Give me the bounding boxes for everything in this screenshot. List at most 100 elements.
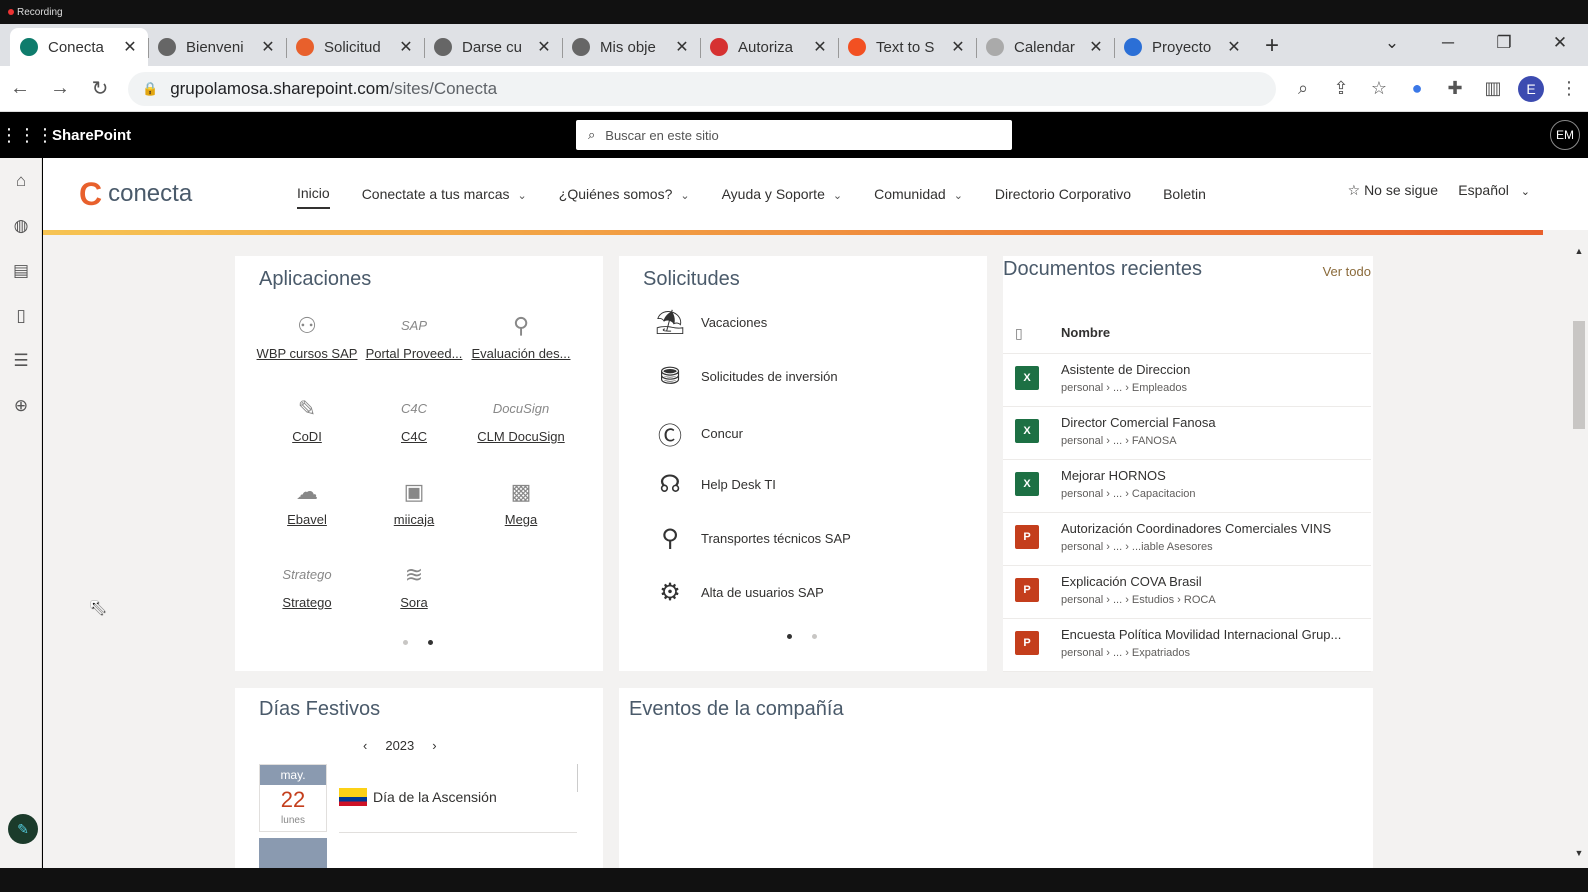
browser-toolbar: ← → ↻ 🔒 grupolamosa.sharepoint.com/sites… [0, 66, 1588, 112]
app-tile[interactable]: C4C C4C [362, 389, 466, 444]
nav-item[interactable]: Ayuda y Soporte ⌄ [722, 180, 842, 208]
tab-favicon-icon [20, 38, 38, 56]
app-tile[interactable]: ☁ Ebavel [255, 472, 359, 527]
user-avatar[interactable]: EM [1550, 120, 1580, 150]
app-tile[interactable]: ▩ Mega [469, 472, 573, 527]
scroll-up-icon[interactable]: ▲ [1572, 246, 1586, 256]
tab-title: Mis obje [600, 38, 656, 56]
language-selector[interactable]: Español ⌄ [1458, 182, 1530, 198]
share-icon[interactable]: ⇪ [1322, 78, 1360, 99]
close-tab-icon[interactable]: ✕ [536, 37, 552, 57]
extension-circle-icon[interactable]: ● [1398, 78, 1436, 99]
scrollbar-thumb[interactable] [1573, 321, 1585, 429]
browser-tab[interactable]: Solicitud ✕ [286, 28, 424, 66]
document-row[interactable]: P Explicación COVA Brasil personal › ... ›… [1003, 566, 1371, 619]
follow-button[interactable]: ☆ No se sigue [1348, 182, 1438, 199]
document-pen-icon: ✎ [297, 396, 317, 421]
see-all-link[interactable]: Ver todo [1323, 264, 1371, 279]
close-tab-icon[interactable]: ✕ [674, 37, 690, 57]
chevron-right-icon[interactable]: › [432, 738, 436, 753]
name-column-header[interactable]: Nombre [1061, 325, 1110, 340]
minimize-button[interactable]: ─ [1420, 24, 1476, 66]
page-scrollbar[interactable]: ▲ ▼ [1572, 246, 1586, 858]
lock-icon[interactable]: 🔒 [142, 81, 158, 97]
address-bar[interactable]: 🔒 grupolamosa.sharepoint.com/sites/Conec… [128, 71, 1276, 106]
side-panel-icon[interactable]: ▥ [1474, 78, 1512, 99]
app-tile[interactable]: SAP Portal Proveed... [362, 306, 466, 361]
browser-tab[interactable]: Mis obje ✕ [562, 28, 700, 66]
date-card: may. 22 lunes [259, 764, 327, 832]
window-controls: ⌄ ─ ❐ ✕ [1364, 24, 1588, 66]
app-tile[interactable]: Stratego Stratego [255, 555, 359, 610]
close-tab-icon[interactable]: ✕ [812, 37, 828, 57]
browser-tab[interactable]: Autoriza ✕ [700, 28, 838, 66]
restore-button[interactable]: ❐ [1476, 24, 1532, 66]
browser-tab[interactable]: Conecta ✕ [10, 28, 148, 66]
app-tile[interactable]: DocuSign CLM DocuSign [469, 389, 573, 444]
nav-item[interactable]: Conectate a tus marcas ⌄ [362, 180, 527, 208]
menu-kebab-icon[interactable]: ⋮ [1550, 78, 1588, 99]
document-row[interactable]: P Autorización Coordinadores Comerciales … [1003, 513, 1371, 566]
solicitud-item[interactable]: ☊ Help Desk TI [651, 470, 776, 499]
reload-button[interactable]: ↻ [80, 76, 120, 101]
pager-dot-active[interactable] [787, 634, 792, 639]
profile-avatar[interactable]: E [1518, 75, 1544, 102]
holiday-item[interactable]: Día de la Ascensión [339, 788, 497, 806]
pager-dot-active[interactable] [428, 640, 433, 645]
chevron-left-icon[interactable]: ‹ [363, 738, 367, 753]
close-tab-icon[interactable]: ✕ [398, 37, 414, 57]
lists-icon[interactable]: ☰ [0, 338, 42, 383]
nav-item[interactable]: Comunidad ⌄ [874, 180, 963, 208]
solicitud-item[interactable]: ⛃ Solicitudes de inversión [651, 362, 838, 391]
nav-item[interactable]: Boletin [1163, 180, 1206, 208]
browser-tab[interactable]: Calendar ✕ [976, 28, 1114, 66]
app-tile[interactable]: ≋ Sora [362, 555, 466, 610]
forward-button[interactable]: → [40, 77, 80, 100]
app-tile[interactable]: ▣ miicaja [362, 472, 466, 527]
app-tile[interactable]: ⚇ WBP cursos SAP [255, 306, 359, 361]
news-icon[interactable]: ▤ [0, 248, 42, 293]
zoom-icon[interactable]: ⌕ [1284, 78, 1322, 99]
file-icon[interactable]: ▯ [0, 293, 42, 338]
app-launcher-icon[interactable]: ⋮⋮⋮ [0, 125, 54, 146]
close-tab-icon[interactable]: ✕ [122, 37, 138, 57]
home-icon[interactable]: ⌂ [0, 158, 42, 203]
solicitud-item[interactable]: ⛱ Vacaciones [651, 308, 767, 337]
browser-tab[interactable]: Darse cu ✕ [424, 28, 562, 66]
document-row[interactable]: X Mejorar HORNOS personal › ... › Capacita… [1003, 460, 1371, 513]
close-tab-icon[interactable]: ✕ [1226, 37, 1242, 57]
browser-tab[interactable]: Proyecto ✕ [1114, 28, 1252, 66]
app-tile[interactable]: ⚲ Evaluación des... [469, 306, 573, 361]
scroll-down-icon[interactable]: ▼ [1572, 848, 1586, 858]
app-tile[interactable]: ✎ CoDI [255, 389, 359, 444]
document-row[interactable]: X Director Comercial Fanosa personal › ...… [1003, 407, 1371, 460]
document-row[interactable]: P Encuesta Política Movilidad Internacion… [1003, 619, 1371, 672]
close-window-button[interactable]: ✕ [1532, 24, 1588, 66]
edit-pencil-icon[interactable]: ✎ [8, 814, 38, 844]
close-tab-icon[interactable]: ✕ [260, 37, 276, 57]
tab-search-icon[interactable]: ⌄ [1364, 24, 1420, 66]
new-tab-button[interactable]: + [1252, 28, 1292, 66]
nav-item[interactable]: Inicio [297, 179, 330, 209]
nav-item[interactable]: Directorio Corporativo [995, 180, 1131, 208]
create-icon[interactable]: ⊕ [0, 383, 42, 428]
pager-dot[interactable] [812, 634, 817, 639]
site-search-input[interactable]: ⌕ Buscar en este sitio [576, 120, 1012, 150]
solicitud-item[interactable]: Ⓒ Concur [651, 416, 743, 451]
back-button[interactable]: ← [0, 77, 40, 100]
nav-item[interactable]: ¿Quiénes somos? ⌄ [559, 180, 690, 208]
close-tab-icon[interactable]: ✕ [1088, 37, 1104, 57]
extensions-puzzle-icon[interactable]: ✚ [1436, 78, 1474, 99]
solicitud-item[interactable]: ⚲ Transportes técnicos SAP [651, 524, 851, 553]
solicitud-item[interactable]: ⚙ Alta de usuarios SAP [651, 578, 824, 607]
globe-icon[interactable]: ◍ [0, 203, 42, 248]
browser-tab[interactable]: Bienveni ✕ [148, 28, 286, 66]
sharepoint-brand[interactable]: SharePoint [52, 127, 131, 144]
close-tab-icon[interactable]: ✕ [950, 37, 966, 57]
bookmark-star-icon[interactable]: ☆ [1360, 78, 1398, 99]
site-logo[interactable]: C conecta [79, 176, 259, 213]
language-label: Español [1458, 182, 1509, 198]
pager-dot[interactable] [403, 640, 408, 645]
browser-tab[interactable]: Text to S ✕ [838, 28, 976, 66]
document-row[interactable]: X Asistente de Direccion personal › ... › … [1003, 354, 1371, 407]
